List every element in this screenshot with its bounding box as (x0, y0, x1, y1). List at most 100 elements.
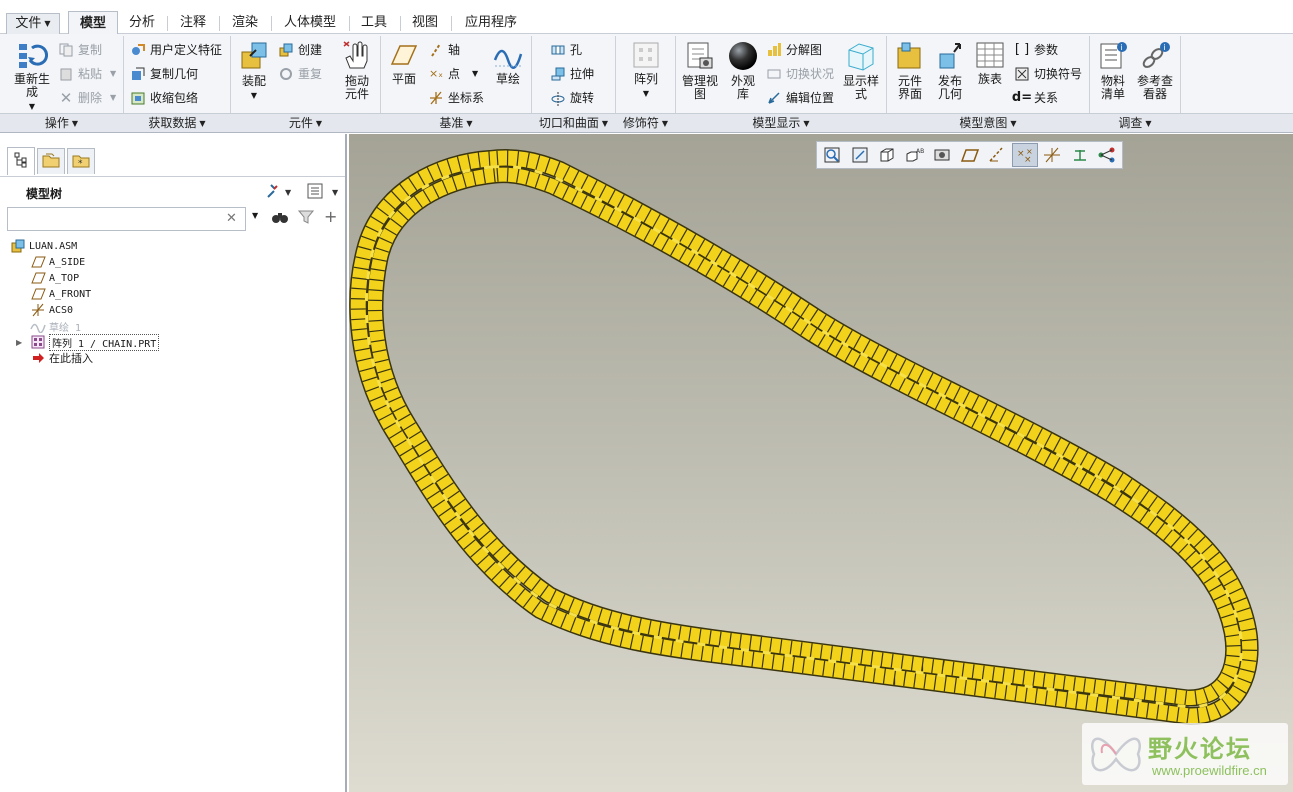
switch-symbols-button[interactable]: 切换符号 (1014, 65, 1082, 82)
plane-icon (390, 45, 418, 65)
datum-plane-icon (30, 287, 46, 301)
group-component[interactable]: 元件 ▼ (231, 114, 380, 133)
tab-analysis[interactable]: 分析 (119, 13, 165, 34)
hole-button[interactable]: 孔 (550, 41, 582, 58)
axis-display-icon[interactable] (984, 143, 1010, 167)
copy-geometry-button[interactable]: 复制几何 (130, 65, 198, 82)
shrinkwrap-button[interactable]: 收缩包络 (130, 89, 198, 106)
udf-icon (130, 42, 146, 58)
paste-button[interactable]: 粘贴 ▼ (58, 65, 116, 82)
annotation-display-icon[interactable] (1067, 143, 1093, 167)
graphics-window[interactable]: AB × × × 野火论坛 www.proewildfire.cn (349, 134, 1293, 792)
tree-item-assembly[interactable]: LUAN.ASM (10, 238, 77, 254)
edit-position-button[interactable]: 编辑位置 (766, 89, 834, 106)
tree-item-datum-plane[interactable]: A_TOP (30, 270, 79, 286)
expand-triangle-icon[interactable]: ▶ (16, 338, 22, 347)
component-interface-button[interactable]: 元件界面 (892, 40, 928, 101)
bill-of-materials-button[interactable]: i 物料清单 (1094, 40, 1132, 101)
plane-display-icon[interactable] (957, 143, 983, 167)
delete-button[interactable]: ✕ 删除 ▼ (58, 89, 116, 107)
refit-icon[interactable] (819, 143, 845, 167)
chevron-down-icon[interactable]: ▼ (252, 211, 258, 220)
display-style-cube-icon (848, 43, 874, 71)
csys-icon (30, 303, 46, 317)
saved-orientations-icon[interactable]: AB (902, 143, 928, 167)
butterfly-logo-icon (1091, 737, 1141, 772)
coordinate-system-button[interactable]: 坐标系 (428, 89, 484, 106)
assemble-button[interactable]: 装配 ▼ (234, 40, 274, 102)
group-model-display[interactable]: 模型显示 ▼ (676, 114, 886, 133)
family-table-button[interactable]: 族表 (972, 40, 1008, 86)
tree-settings-button[interactable]: ▼ (265, 183, 295, 202)
group-cut-surface[interactable]: 切口和曲面 ▼ (532, 114, 615, 133)
tab-file[interactable]: 文件 ▼ (6, 13, 60, 34)
parameters-button[interactable]: [ ] 参数 (1014, 41, 1058, 58)
csys-display-icon[interactable] (1039, 143, 1065, 167)
copy-button[interactable]: 复制 (58, 41, 102, 58)
tree-show-button[interactable]: ▼ (306, 183, 342, 202)
tab-favorites[interactable]: * (67, 148, 95, 174)
pattern-button[interactable]: 阵列 ▼ (626, 40, 666, 100)
tab-annotate[interactable]: 注释 (170, 13, 216, 34)
publish-geometry-button[interactable]: 发布几何 (932, 40, 968, 101)
filter-icon[interactable] (297, 209, 315, 228)
tree-item-datum-plane[interactable]: A_FRONT (30, 286, 91, 302)
snapshot-icon[interactable] (929, 143, 955, 167)
find-binoculars-icon[interactable] (271, 209, 289, 228)
regenerate-button[interactable]: 重新生成 ▼ (10, 40, 54, 113)
chevron-down-icon: ▼ (44, 19, 51, 28)
tab-view[interactable]: 视图 (402, 13, 448, 34)
relations-button[interactable]: d= 关系 (1012, 89, 1058, 106)
datum-axis-button[interactable]: 轴 (428, 41, 460, 58)
spin-center-icon[interactable] (1094, 143, 1120, 167)
add-icon[interactable]: + (324, 207, 337, 226)
group-model-intent[interactable]: 模型意图 ▼ (887, 114, 1089, 133)
chain-model (349, 149, 1259, 725)
tree-item-pattern[interactable]: 阵列 1 / CHAIN.PRT (30, 333, 160, 351)
tab-manikin[interactable]: 人体模型 (273, 13, 347, 34)
tab-render[interactable]: 渲染 (222, 13, 268, 34)
reference-viewer-button[interactable]: i 参考查看器 (1134, 40, 1176, 101)
group-modifiers[interactable]: 修饰符 ▼ (616, 114, 675, 133)
exploded-view-button[interactable]: 分解图 (766, 41, 822, 58)
navigator-tabs: * (0, 134, 345, 176)
toggle-status-button[interactable]: 切换状况 (766, 65, 834, 82)
revolve-button[interactable]: 旋转 (550, 89, 594, 106)
drag-components-button[interactable]: 拖动元件 (338, 40, 376, 101)
datum-point-button[interactable]: ×ₓ 点 ▼ (428, 65, 478, 82)
insert-arrow-icon (30, 351, 46, 365)
tree-item-sketch[interactable]: 草绘 1 (30, 318, 81, 334)
tab-model-tree[interactable] (7, 147, 35, 175)
pattern-icon (30, 335, 46, 349)
sketch-button[interactable]: 草绘 (490, 40, 526, 86)
tab-model[interactable]: 模型 (68, 11, 118, 35)
extrude-icon (550, 66, 566, 82)
model-tree-title: 模型树 (26, 187, 63, 201)
tab-tools[interactable]: 工具 (351, 13, 397, 34)
tab-folder-browser[interactable] (37, 148, 65, 174)
user-defined-feature-button[interactable]: 用户定义特征 (130, 41, 222, 58)
list-icon: ▼ (307, 183, 339, 199)
explode-icon (766, 42, 782, 58)
tree-search-input[interactable] (7, 207, 246, 231)
point-display-icon[interactable]: × × × (1011, 143, 1038, 167)
datum-plane-button[interactable]: 平面 (386, 40, 422, 86)
group-operations[interactable]: 操作 ▼ (0, 114, 123, 133)
tree-item-datum-plane[interactable]: A_SIDE (30, 254, 85, 270)
clear-icon[interactable]: ✕ (226, 211, 237, 226)
zoom-out-icon[interactable] (874, 143, 900, 167)
group-get-data[interactable]: 获取数据 ▼ (124, 114, 230, 133)
tab-applications[interactable]: 应用程序 (453, 13, 529, 34)
manage-views-button[interactable]: 管理视图 (680, 40, 720, 101)
tree-insert-here[interactable]: 在此插入 (30, 350, 93, 366)
extrude-button[interactable]: 拉伸 (550, 65, 594, 82)
create-component-button[interactable]: 创建 (278, 41, 322, 58)
drag-hand-icon (343, 41, 368, 69)
tree-item-csys[interactable]: ACS0 (30, 302, 73, 318)
group-datum[interactable]: 基准 ▼ (381, 114, 531, 133)
zoom-in-icon[interactable] (847, 143, 873, 167)
appearance-gallery-button[interactable]: 外观库 (724, 40, 762, 101)
repeat-button[interactable]: 重复 (278, 65, 322, 82)
group-investigate[interactable]: 调查 ▼ (1090, 114, 1180, 133)
display-style-button[interactable]: 显示样式 (840, 40, 882, 101)
